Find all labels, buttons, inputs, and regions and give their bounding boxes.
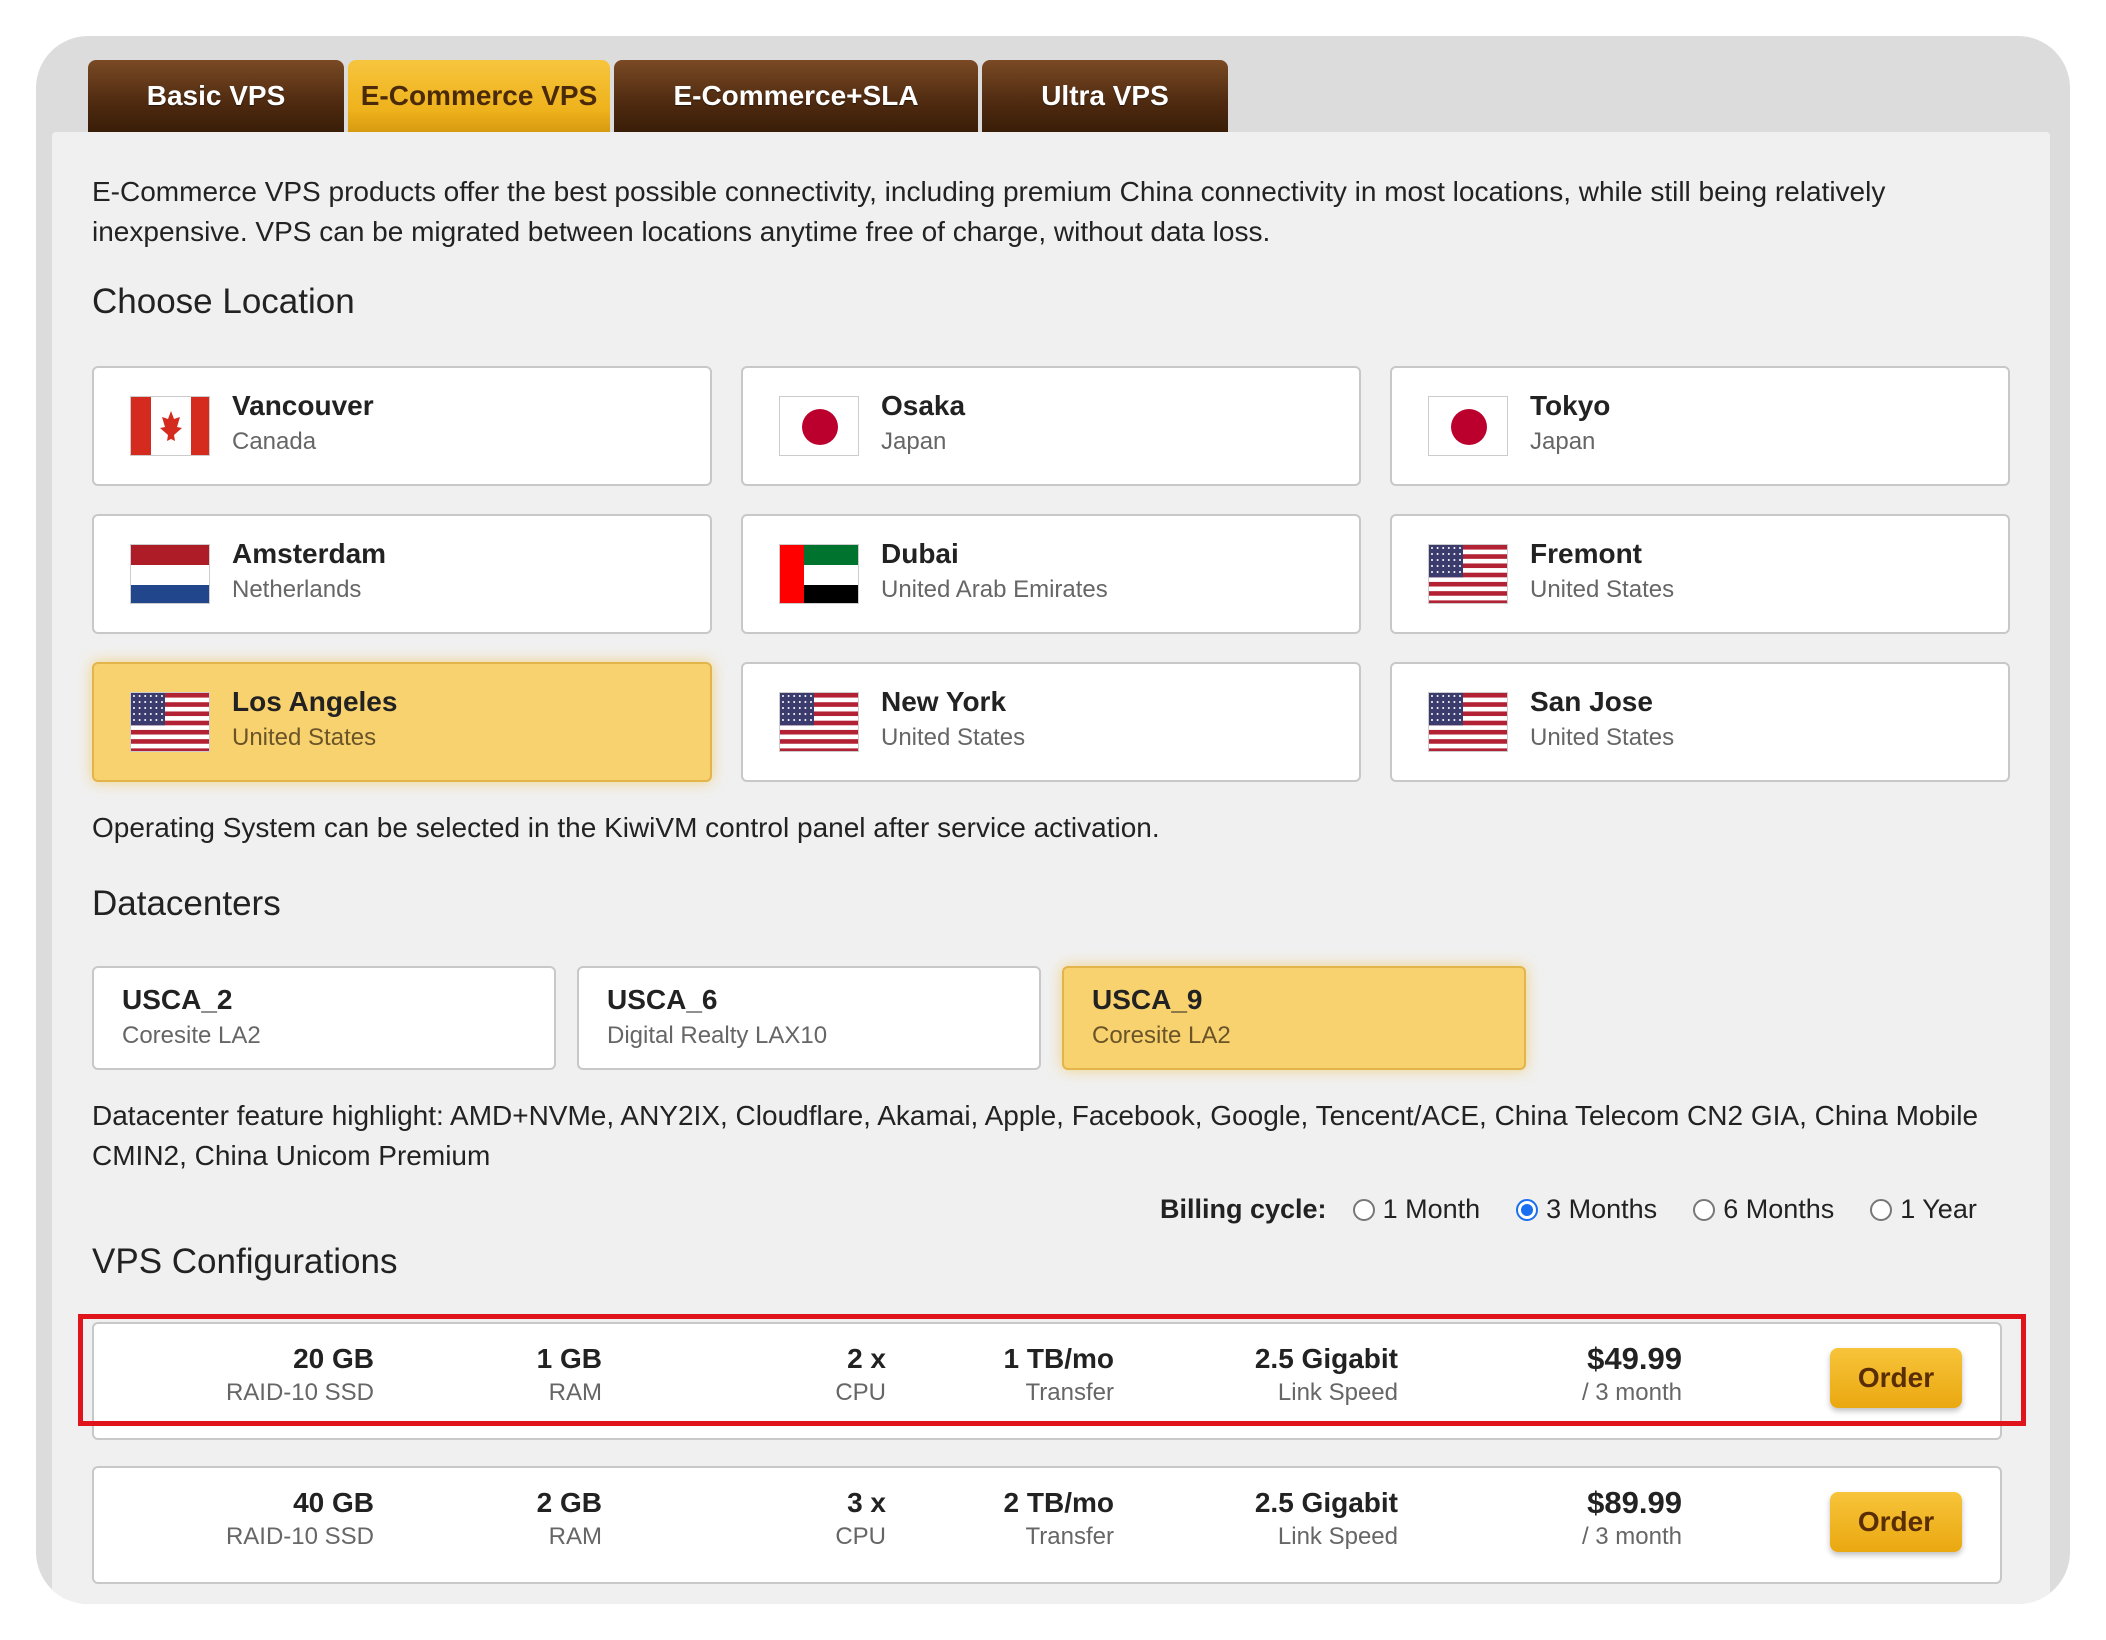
ram-spec: 2 GB RAM: [536, 1487, 602, 1550]
billing-cycle: Billing cycle: 1 Month 3 Months 6 Months…: [1160, 1194, 1977, 1225]
intro-text: E-Commerce VPS products offer the best p…: [92, 176, 1886, 247]
vps-configurations-heading: VPS Configurations: [92, 1242, 398, 1281]
datacenter-facility: Coresite LA2: [1092, 1022, 1231, 1049]
highlight-box: [78, 1314, 2026, 1426]
datacenter-name: USCA_6: [607, 984, 718, 1015]
flag-uae-icon: [779, 544, 859, 604]
location-card-tokyo[interactable]: Tokyo Japan: [1390, 366, 2010, 486]
flag-canada-icon: [130, 396, 210, 456]
location-country: United Arab Emirates: [881, 576, 1108, 603]
link-speed-spec: 2.5 Gigabit Link Speed: [1254, 1487, 1398, 1550]
location-country: Japan: [881, 428, 947, 455]
vps-plan-row: 40 GB RAID-10 SSD 2 GB RAM 3 x CPU 2 TB/mo T…: [92, 1466, 2002, 1584]
location-country: United States: [881, 724, 1026, 751]
datacenters-heading: Datacenters: [92, 884, 281, 923]
datacenter-facility: Digital Realty LAX10: [607, 1022, 828, 1049]
flag-japan-icon: [1428, 396, 1508, 456]
location-country: United States: [1530, 576, 1675, 603]
flag-usa-icon: [1428, 692, 1508, 752]
location-city: Los Angeles: [232, 686, 398, 717]
radio-button[interactable]: [1870, 1198, 1893, 1221]
tab-ultra-vps[interactable]: Ultra VPS: [982, 60, 1228, 132]
location-country: United States: [1530, 724, 1675, 751]
tab-basic-vps[interactable]: Basic VPS: [88, 60, 344, 132]
datacenter-card-usca9[interactable]: USCA_9 Coresite LA2: [1062, 966, 1526, 1070]
location-city: Dubai: [881, 538, 959, 569]
order-button[interactable]: Order: [1830, 1492, 1962, 1552]
datacenter-card-usca2[interactable]: USCA_2 Coresite LA2: [92, 966, 556, 1070]
location-city: Tokyo: [1530, 390, 1611, 421]
choose-location-heading: Choose Location: [92, 282, 355, 321]
flag-usa-icon: [1428, 544, 1508, 604]
location-card-amsterdam[interactable]: Amsterdam Netherlands: [92, 514, 712, 634]
datacenter-feature-note: Datacenter feature highlight: AMD+NVMe, …: [92, 1100, 1979, 1171]
os-note: Operating System can be selected in the …: [92, 812, 1160, 843]
location-city: Osaka: [881, 390, 966, 421]
radio-button[interactable]: [1516, 1198, 1539, 1221]
transfer-spec: 2 TB/mo Transfer: [1003, 1487, 1114, 1550]
billing-cycle-label: Billing cycle:: [1160, 1194, 1327, 1224]
cpu-spec: 3 x CPU: [835, 1487, 886, 1550]
location-card-dubai[interactable]: Dubai United Arab Emirates: [741, 514, 1361, 634]
location-country: Canada: [232, 428, 317, 455]
datacenter-name: USCA_2: [122, 984, 233, 1015]
location-country: Netherlands: [232, 576, 362, 603]
flag-netherlands-icon: [130, 544, 210, 604]
location-city: Fremont: [1530, 538, 1642, 569]
location-card-los-angeles[interactable]: Los Angeles United States: [92, 662, 712, 782]
location-city: Amsterdam: [232, 538, 387, 569]
location-card-vancouver[interactable]: Vancouver Canada: [92, 366, 712, 486]
location-city: San Jose: [1530, 686, 1653, 717]
location-card-fremont[interactable]: Fremont United States: [1390, 514, 2010, 634]
datacenter-card-usca6[interactable]: USCA_6 Digital Realty LAX10: [577, 966, 1041, 1070]
datacenter-name: USCA_9: [1092, 984, 1203, 1015]
location-city: Vancouver: [232, 390, 374, 421]
product-tabs: Basic VPS E-Commerce VPS E-Commerce+SLA …: [88, 60, 1228, 132]
location-country: United States: [232, 724, 377, 751]
radio-button[interactable]: [1693, 1198, 1716, 1221]
flag-usa-icon: [130, 692, 210, 752]
billing-option-1-month[interactable]: 1 Month: [1352, 1194, 1480, 1225]
location-card-new-york[interactable]: New York United States: [741, 662, 1361, 782]
plan-price: $89.99/ 3 month: [1581, 1485, 1682, 1551]
radio-button[interactable]: [1352, 1198, 1375, 1221]
billing-option-3-months[interactable]: 3 Months: [1516, 1194, 1657, 1225]
tab-ecommerce-vps[interactable]: E-Commerce VPS: [348, 60, 610, 132]
datacenter-facility: Coresite LA2: [122, 1022, 261, 1049]
location-card-osaka[interactable]: Osaka Japan: [741, 366, 1361, 486]
billing-option-6-months[interactable]: 6 Months: [1693, 1194, 1834, 1225]
billing-option-1-year[interactable]: 1 Year: [1870, 1194, 1977, 1225]
flag-japan-icon: [779, 396, 859, 456]
tab-ecommerce-sla[interactable]: E-Commerce+SLA: [614, 60, 978, 132]
flag-usa-icon: [779, 692, 859, 752]
location-country: Japan: [1530, 428, 1596, 455]
location-city: New York: [881, 686, 1007, 717]
disk-spec: 40 GB RAID-10 SSD: [225, 1487, 374, 1550]
location-card-san-jose[interactable]: San Jose United States: [1390, 662, 2010, 782]
